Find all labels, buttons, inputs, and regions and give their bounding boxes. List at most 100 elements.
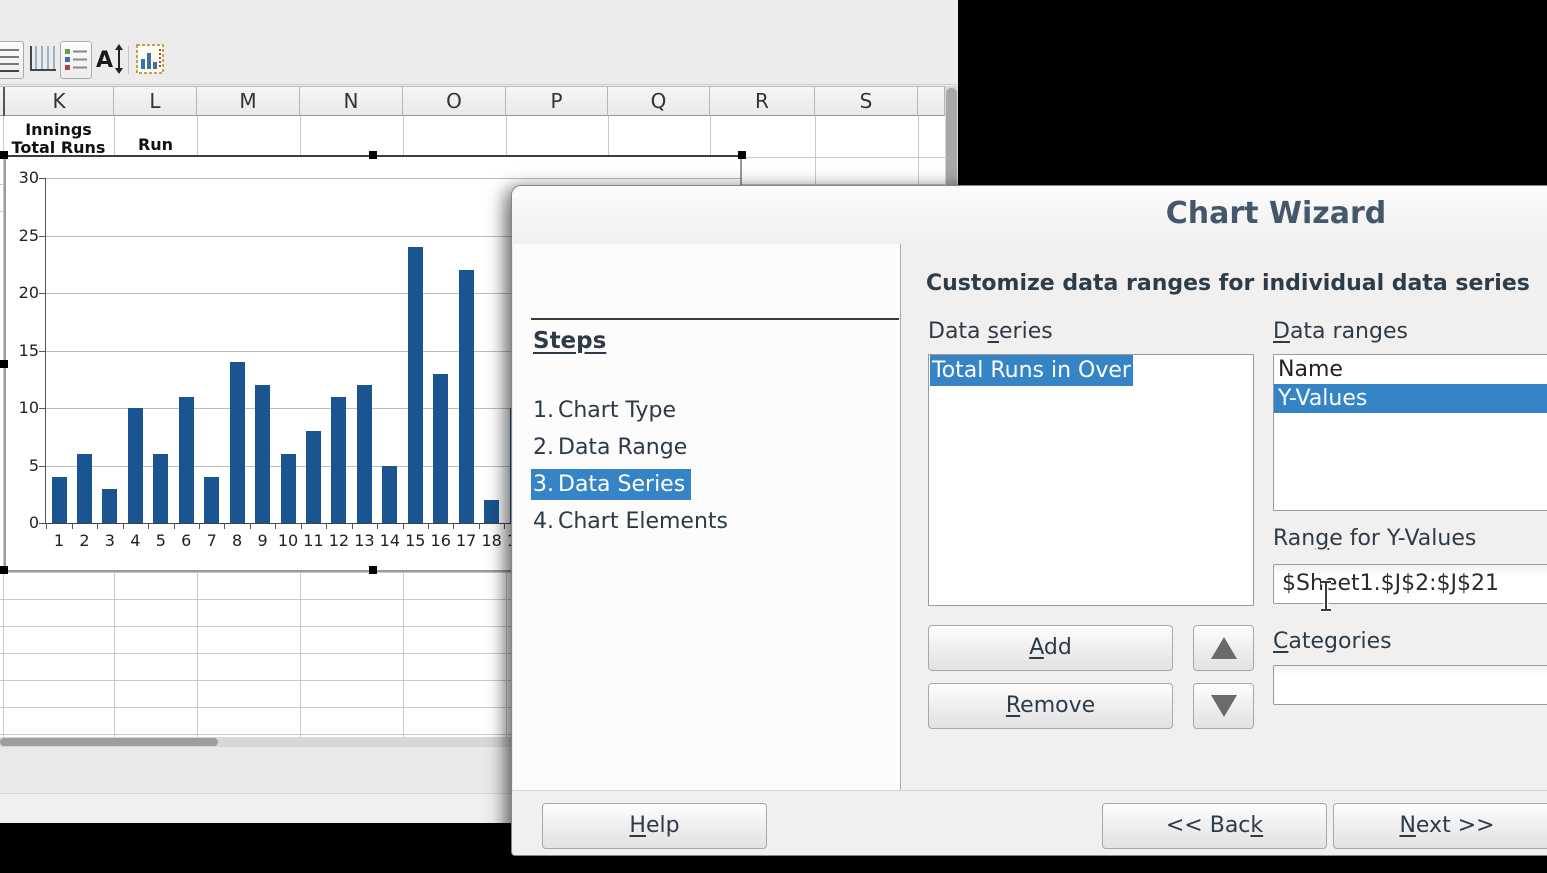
x-tick <box>504 523 505 529</box>
bar-13[interactable] <box>357 385 372 523</box>
chart-handle-top-right[interactable] <box>738 151 746 159</box>
x-axis-label: 5 <box>148 531 173 550</box>
column-header-O[interactable]: O <box>403 87 506 117</box>
chart-type-icon[interactable] <box>134 41 166 79</box>
character-format-icon[interactable]: A <box>94 41 126 79</box>
remove-button[interactable]: Remove <box>928 683 1173 729</box>
x-tick <box>72 523 73 529</box>
data-range-item-Y-Values[interactable]: Y-Values <box>1274 384 1547 413</box>
bar-12[interactable] <box>331 397 346 524</box>
x-axis-label: 18 <box>479 531 504 550</box>
bar-14[interactable] <box>382 466 397 524</box>
column-header-P[interactable]: P <box>506 87 608 117</box>
x-axis-label: 12 <box>326 531 351 550</box>
chart-handle-top-left[interactable] <box>0 151 8 159</box>
x-tick <box>453 523 454 529</box>
bar-1[interactable] <box>52 477 67 523</box>
help-button[interactable]: Help <box>542 803 767 849</box>
ibeam-cursor <box>1318 580 1334 616</box>
y-axis-label: 15 <box>6 341 39 360</box>
chart-handle-bottom-left[interactable] <box>0 566 8 574</box>
bar-7[interactable] <box>204 477 219 523</box>
dialog-title: Chart Wizard <box>1166 196 1387 231</box>
column-header-L[interactable]: L <box>114 87 197 117</box>
x-axis-label: 6 <box>174 531 199 550</box>
bar-9[interactable] <box>255 385 270 523</box>
x-axis-label: 4 <box>123 531 148 550</box>
x-tick <box>275 523 276 529</box>
cell-K1[interactable]: Innings Total Runs <box>3 121 114 158</box>
x-axis-label: 14 <box>377 531 402 550</box>
steps-title: Steps <box>533 328 606 354</box>
column-header-partial[interactable] <box>918 87 945 117</box>
categories-input[interactable] <box>1273 665 1547 705</box>
bar-15[interactable] <box>408 247 423 523</box>
x-axis-label: 15 <box>403 531 428 550</box>
data-series-item[interactable]: Total Runs in Over <box>929 355 1253 386</box>
data-ranges-listbox[interactable]: NameY-Values <box>1273 354 1547 511</box>
next-button[interactable]: Next >> <box>1333 803 1547 849</box>
bar-6[interactable] <box>179 397 194 524</box>
bar-17[interactable] <box>459 270 474 523</box>
column-header-M[interactable]: M <box>197 87 300 117</box>
vertical-grids-icon[interactable] <box>26 41 60 79</box>
bar-5[interactable] <box>153 454 168 523</box>
range-y-label: Range for Y-Values <box>1273 526 1476 551</box>
svg-text:A: A <box>96 48 113 73</box>
move-down-button[interactable] <box>1193 683 1254 729</box>
bar-8[interactable] <box>230 362 245 523</box>
add-button[interactable]: Add <box>928 625 1173 671</box>
bar-16[interactable] <box>433 374 448 524</box>
page-heading: Customize data ranges for individual dat… <box>926 271 1530 296</box>
data-range-item-Name[interactable]: Name <box>1274 355 1547 384</box>
column-header-R[interactable]: R <box>710 87 815 117</box>
y-axis-line <box>45 178 46 523</box>
x-tick <box>479 523 480 529</box>
wizard-step-4[interactable]: 4.Chart Elements <box>531 503 896 540</box>
bar-10[interactable] <box>281 454 296 523</box>
y-tick <box>39 523 45 524</box>
column-header-S[interactable]: S <box>815 87 918 117</box>
legend-toggle-icon[interactable] <box>60 41 92 79</box>
x-tick <box>224 523 225 529</box>
move-up-button[interactable] <box>1193 625 1254 671</box>
x-tick <box>148 523 149 529</box>
x-axis-label: 11 <box>301 531 326 550</box>
y-axis-label: 25 <box>6 226 39 245</box>
column-header-K[interactable]: K <box>3 87 114 117</box>
x-axis-label: 9 <box>250 531 275 550</box>
footer-separator <box>512 790 1547 791</box>
x-tick <box>250 523 251 529</box>
chart-wizard-dialog: Chart Wizard Steps 1.Chart Type2.Data Ra… <box>511 185 1547 856</box>
dialog-titlebar[interactable]: Chart Wizard <box>512 186 1547 244</box>
x-axis-label: 10 <box>275 531 300 550</box>
steps-panel: Steps 1.Chart Type2.Data Range3.Data Ser… <box>513 244 901 790</box>
chart-handle-top-mid[interactable] <box>369 151 377 159</box>
chart-handle-left-mid[interactable] <box>0 360 8 368</box>
bar-3[interactable] <box>102 489 117 524</box>
chart-handle-bottom-mid[interactable] <box>369 566 377 574</box>
x-tick <box>97 523 98 529</box>
column-header-N[interactable]: N <box>300 87 403 117</box>
gridline-y30 <box>45 178 740 179</box>
steps-rule <box>531 318 899 320</box>
wizard-step-3[interactable]: 3.Data Series <box>531 466 896 503</box>
wizard-step-1[interactable]: 1.Chart Type <box>531 392 896 429</box>
back-button[interactable]: << Back <box>1102 803 1327 849</box>
horizontal-scrollbar-thumb[interactable] <box>0 738 218 746</box>
x-axis-label: 1 <box>46 531 71 550</box>
wizard-step-2[interactable]: 2.Data Range <box>531 429 896 466</box>
data-series-label: Data series <box>928 319 1053 344</box>
y-axis-label: 5 <box>6 456 39 475</box>
x-tick <box>174 523 175 529</box>
bar-2[interactable] <box>77 454 92 523</box>
range-y-input[interactable]: $Sheet1.$J$2:$J$21 <box>1273 564 1547 604</box>
bar-18[interactable] <box>484 500 499 523</box>
bar-11[interactable] <box>306 431 321 523</box>
y-axis-label: 10 <box>6 398 39 417</box>
bar-4[interactable] <box>128 408 143 523</box>
data-series-listbox[interactable]: Total Runs in Over <box>928 354 1254 606</box>
horizontal-grids-icon[interactable] <box>0 41 24 79</box>
y-axis-label: 0 <box>6 513 39 532</box>
column-header-Q[interactable]: Q <box>608 87 710 117</box>
